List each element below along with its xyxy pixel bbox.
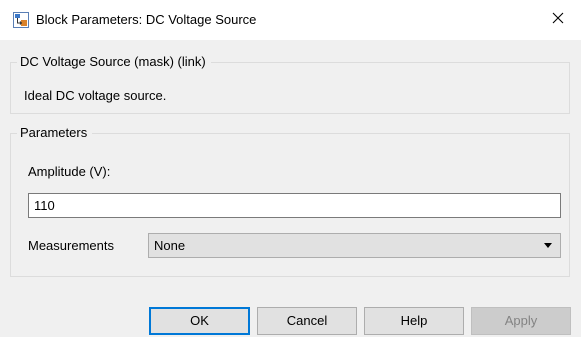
amplitude-label: Amplitude (V):: [28, 164, 111, 179]
ok-button[interactable]: OK: [149, 307, 250, 335]
parameters-group-title: Parameters: [17, 124, 93, 142]
help-button[interactable]: Help: [364, 307, 464, 335]
description-group-title: DC Voltage Source (mask) (link): [17, 53, 211, 71]
close-icon: [552, 11, 564, 29]
block-description: Ideal DC voltage source.: [24, 88, 167, 103]
title-bar: Block Parameters: DC Voltage Source: [0, 0, 581, 40]
close-button[interactable]: [535, 0, 581, 40]
apply-button[interactable]: Apply: [471, 307, 571, 335]
window-title: Block Parameters: DC Voltage Source: [36, 12, 257, 27]
measurements-dropdown[interactable]: None: [148, 233, 561, 258]
description-group: DC Voltage Source (mask) (link) Ideal DC…: [10, 53, 570, 114]
cancel-button[interactable]: Cancel: [257, 307, 357, 335]
simulink-block-icon: [13, 12, 29, 28]
measurements-selected-value: None: [154, 238, 186, 253]
chevron-down-icon: [544, 243, 552, 248]
measurements-label: Measurements: [28, 238, 114, 253]
block-parameters-dialog: Block Parameters: DC Voltage Source DC V…: [0, 0, 581, 337]
amplitude-input[interactable]: [28, 193, 561, 218]
